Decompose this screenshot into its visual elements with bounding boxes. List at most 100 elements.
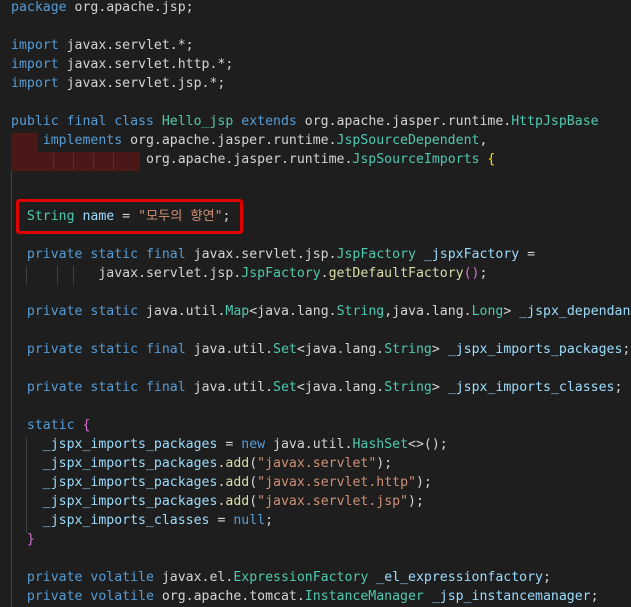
code-line[interactable]: private static java.util.Map<java.lang.S…: [11, 302, 631, 321]
code-token: Hello_jsp: [161, 114, 242, 129]
code-token: private static final: [11, 247, 194, 262]
code-token: {: [82, 418, 91, 433]
red-highlight-box: [16, 199, 243, 234]
code-token: <>(): [408, 437, 440, 452]
code-line[interactable]: }: [11, 530, 35, 549]
code-token: javax.servlet.jsp.*;: [66, 76, 226, 91]
code-token: ;: [614, 380, 623, 395]
code-token: _jspx_imports_packages: [11, 475, 218, 490]
code-token: org.apache.jasper.runtime.: [145, 152, 353, 167]
code-token: null: [233, 513, 266, 528]
code-token: ;: [265, 513, 274, 528]
code-token: new: [241, 437, 274, 452]
code-token: _jspx_imports_classes: [447, 380, 615, 395]
code-line[interactable]: import javax.servlet.jsp.*;: [11, 74, 225, 93]
code-token: ,: [479, 133, 488, 148]
code-token: org.apache.tomcat.: [161, 589, 305, 604]
code-token: =: [217, 437, 242, 452]
code-line[interactable]: private static final java.util.Set<java.…: [11, 340, 631, 359]
code-token: >: [431, 342, 448, 357]
code-token: javax.servlet.jsp.: [11, 266, 242, 281]
code-line[interactable]: import javax.servlet.http.*;: [11, 55, 233, 74]
code-token: java.lang.: [257, 304, 337, 319]
code-token: _jspx_imports_classes: [11, 513, 210, 528]
code-token: ;: [439, 437, 448, 452]
code-line[interactable]: implements org.apache.jasper.runtime.Jsp…: [11, 131, 488, 150]
code-token: HttpJspBase: [511, 114, 599, 129]
code-token: package: [11, 0, 75, 15]
code-token: ExpressionFactory: [233, 570, 377, 585]
code-token: HashSet: [352, 437, 409, 452]
code-token: Set: [273, 342, 297, 357]
code-token: JspFactory: [336, 247, 424, 262]
code-token: (): [463, 266, 480, 281]
code-line[interactable]: public final class Hello_jsp extends org…: [11, 112, 599, 131]
code-token: add: [225, 456, 250, 471]
code-line[interactable]: _jspx_imports_classes = null;: [11, 511, 273, 530]
code-line[interactable]: static {: [11, 416, 91, 435]
code-token: ;: [590, 589, 599, 604]
code-token: (: [249, 456, 258, 471]
code-line[interactable]: _jspx_imports_packages.add("javax.servle…: [11, 492, 424, 511]
code-token: (: [249, 494, 258, 509]
code-token: add: [225, 494, 250, 509]
code-token: extends: [241, 114, 305, 129]
code-token: Map: [225, 304, 250, 319]
code-token: );: [376, 456, 393, 471]
code-token: javax.servlet.http.*;: [66, 57, 234, 72]
code-token: =: [519, 247, 536, 262]
code-token: public final class: [11, 114, 162, 129]
code-token: _jspx_imports_packages: [447, 342, 623, 357]
code-token: javax.el.: [161, 570, 234, 585]
code-line[interactable]: _jspx_imports_packages.add("javax.servle…: [11, 454, 392, 473]
code-token: InstanceManager: [304, 589, 432, 604]
code-token: "javax.servlet": [257, 456, 377, 471]
code-token: }: [11, 532, 35, 547]
code-line[interactable]: _jspx_imports_packages.add("javax.servle…: [11, 473, 432, 492]
code-token: org.apache.jasper.runtime.: [130, 133, 337, 148]
code-line[interactable]: private static final javax.servlet.jsp.J…: [11, 245, 535, 264]
code-token: {: [487, 152, 496, 167]
code-line[interactable]: package org.apache.jsp;: [11, 0, 194, 17]
code-token: _jspx_dependants: [519, 304, 631, 319]
code-line[interactable]: org.apache.jasper.runtime.JspSourceImpor…: [11, 150, 495, 169]
code-token: add: [225, 475, 250, 490]
code-line[interactable]: _jspx_imports_packages = new java.util.H…: [11, 435, 448, 454]
code-token: private volatile: [11, 589, 162, 604]
code-token: ,: [384, 304, 393, 319]
code-token: .: [320, 266, 329, 281]
code-token: private static final: [11, 380, 194, 395]
code-token: getDefaultFactory: [328, 266, 464, 281]
code-token: _jspx_imports_packages: [11, 456, 218, 471]
code-token: (: [249, 475, 258, 490]
code-token: java.lang.: [304, 342, 385, 357]
code-line[interactable]: private volatile javax.el.ExpressionFact…: [11, 568, 551, 587]
code-line[interactable]: private static final java.util.Set<java.…: [11, 378, 623, 397]
code-token: String: [384, 380, 432, 395]
code-token: JspFactory: [241, 266, 321, 281]
code-token: Set: [273, 380, 297, 395]
code-token: javax.servlet.*;: [66, 38, 194, 53]
code-token: =: [209, 513, 234, 528]
code-token: import: [11, 76, 67, 91]
code-line[interactable]: javax.servlet.jsp.JspFactory.getDefaultF…: [11, 264, 487, 283]
code-token: java.util.: [145, 304, 226, 319]
code-token: java.util.: [273, 437, 353, 452]
code-token: import: [11, 38, 67, 53]
code-token: Long: [471, 304, 504, 319]
code-token: String: [336, 304, 385, 319]
code-editor[interactable]: package org.apache.jsp; import javax.serv…: [0, 0, 631, 607]
code-token: String: [384, 342, 432, 357]
code-line[interactable]: import javax.servlet.*;: [11, 36, 194, 55]
code-token: );: [415, 475, 432, 490]
code-token: _jspxFactory: [423, 247, 520, 262]
code-token: "javax.servlet.http": [257, 475, 416, 490]
code-token: _jspx_imports_packages: [11, 494, 218, 509]
code-line[interactable]: private volatile org.apache.tomcat.Insta…: [11, 587, 599, 606]
code-token: import: [11, 57, 67, 72]
code-token: _jsp_instancemanager: [431, 589, 591, 604]
code-token: java.util.: [193, 342, 274, 357]
code-token: private static: [11, 304, 146, 319]
code-token: );: [408, 494, 424, 509]
